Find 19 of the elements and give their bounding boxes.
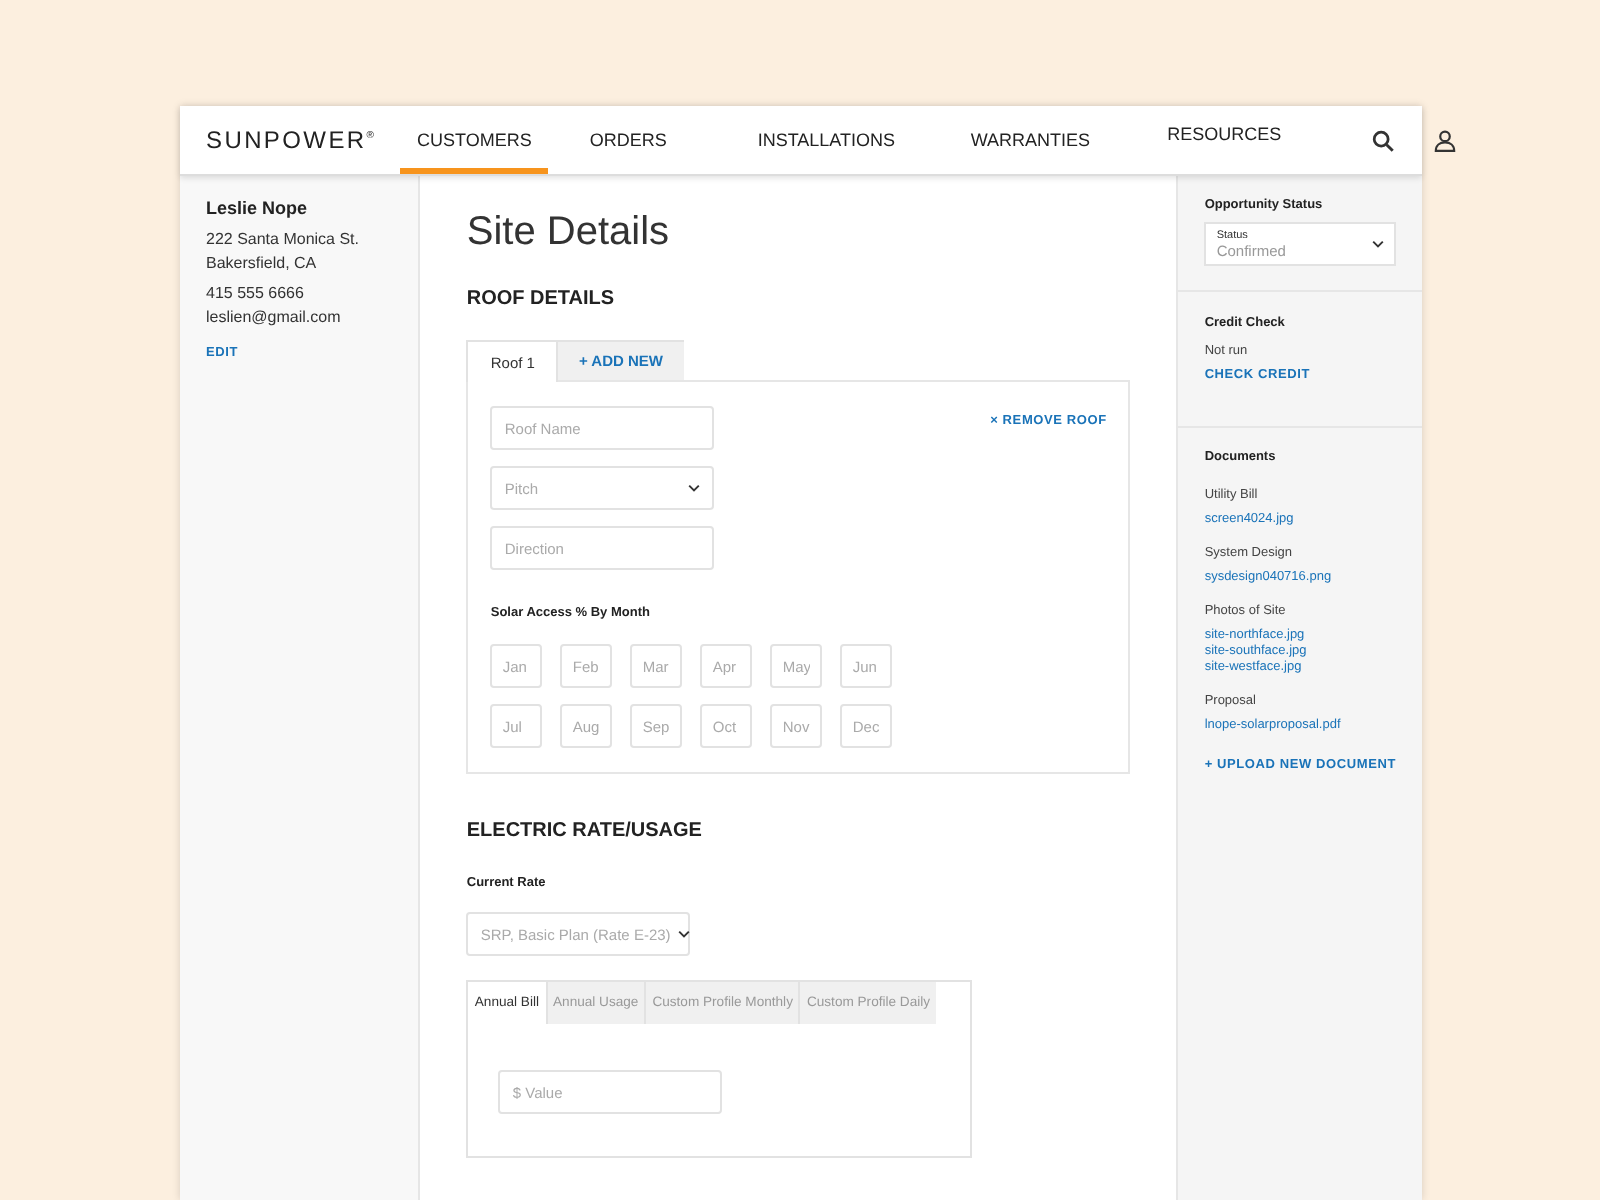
chevron-down-icon: [1372, 240, 1384, 248]
nav-tab[interactable]: INSTALLATIONS: [708, 106, 945, 174]
chevron-down-icon: [678, 930, 691, 938]
phone-number: 415 555 6666: [206, 282, 306, 304]
user-icon[interactable]: [1434, 129, 1457, 151]
section-heading: ELECTRIC RATE/USAGE: [466, 820, 704, 842]
section-heading: ROOF DETAILS: [466, 288, 617, 310]
search-icon[interactable]: [1372, 129, 1395, 151]
nav-tab[interactable]: RESOURCES: [1116, 106, 1333, 174]
customer-name: Leslie Nope: [206, 198, 310, 218]
nav-tab[interactable]: WARRANTIES: [944, 106, 1117, 174]
nav-tab[interactable]: ORDERS: [548, 106, 709, 174]
nav-tab[interactable]: CUSTOMERS: [400, 106, 549, 174]
address-line: 222 Santa Monica St.: [206, 228, 361, 250]
address-line: Bakersfield, CA: [206, 252, 319, 274]
page-title: Site Details: [466, 210, 672, 256]
chevron-down-icon: [688, 484, 701, 492]
sunpower-logo[interactable]: SUNPOWER$^{®}$: [206, 124, 377, 156]
email-address: leslien@gmail.com: [206, 306, 343, 328]
